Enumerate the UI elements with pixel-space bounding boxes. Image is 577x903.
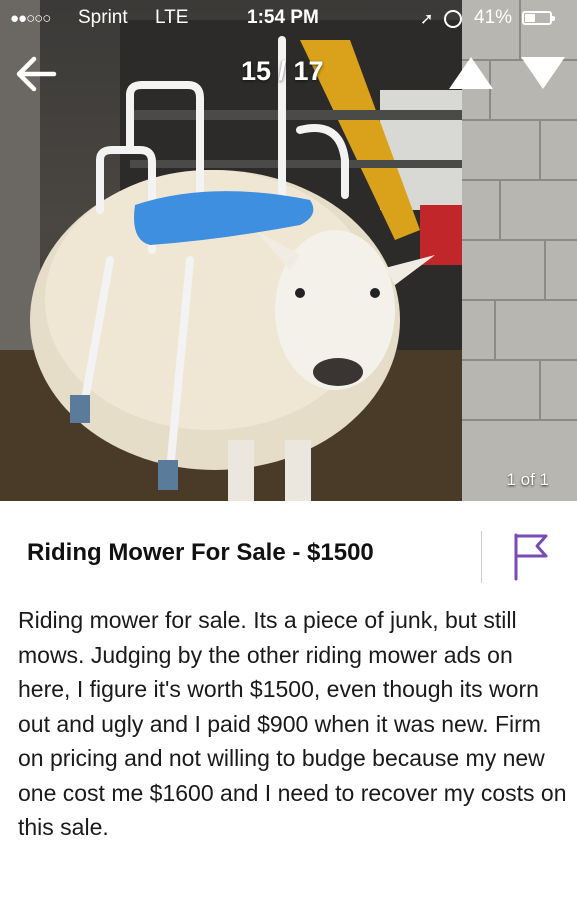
flag-listing-button[interactable] (511, 532, 551, 582)
location-arrow-icon: ➚ (420, 11, 434, 28)
status-time: 1:54 PM (247, 7, 319, 28)
listing-title: Riding Mower For Sale - $1500 (27, 539, 374, 566)
listing-photo[interactable]: ●●○○○ Sprint LTE 1:54 PM ➚ 41% 15 / 17 1… (0, 0, 577, 501)
alarm-icon (444, 10, 462, 28)
next-listing-button[interactable] (520, 56, 566, 90)
previous-listing-button[interactable] (448, 56, 494, 90)
battery-percent: 41% (474, 7, 513, 28)
carrier-name: Sprint (78, 7, 128, 28)
divider (481, 531, 482, 583)
signal-strength-icon: ●●○○○ (10, 10, 51, 27)
arrow-left-icon (16, 56, 57, 92)
image-counter: 15 / 17 (241, 56, 324, 86)
battery-icon (522, 11, 555, 25)
photo-count: 1 of 1 (506, 470, 549, 489)
network-type: LTE (155, 7, 189, 28)
flag-icon (514, 533, 548, 581)
triangle-up-icon (449, 57, 493, 89)
listing-description: Riding mower for sale. Its a piece of ju… (18, 607, 567, 840)
status-bar: ●●○○○ Sprint LTE 1:54 PM ➚ 41% (0, 0, 577, 36)
triangle-down-icon (521, 57, 565, 89)
back-button[interactable] (14, 54, 58, 94)
listing-header: Riding Mower For Sale - $1500 (0, 501, 577, 601)
